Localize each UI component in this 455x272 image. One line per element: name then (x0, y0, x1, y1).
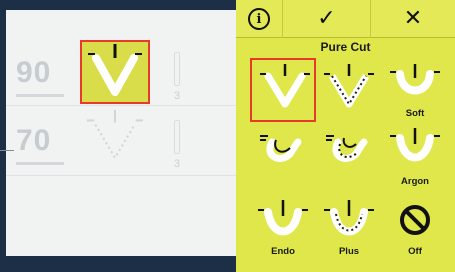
power-underline (16, 162, 64, 165)
mode-selection-popup: i ✓ ✕ Pure Cut Soft Argon Endo Plus Off (236, 0, 455, 272)
mode-endo-button[interactable]: Endo (250, 198, 316, 262)
mode-pure-cut-button[interactable] (250, 58, 316, 122)
close-icon: ✕ (403, 6, 423, 31)
power-value: 90 (16, 56, 52, 89)
soft-u-blade-icon (390, 64, 440, 95)
mode-off-button[interactable]: Off (382, 198, 448, 262)
spray-hook-icon (260, 135, 302, 162)
v-dotted-blade-icon (87, 110, 143, 160)
mode-soft-button[interactable]: Soft (382, 60, 448, 124)
cancel-button[interactable]: ✕ (370, 0, 455, 38)
info-icon: i (248, 8, 270, 30)
background-device-panel: 90 3 70 3 (0, 0, 240, 272)
v-blade-icon (88, 44, 142, 96)
mode-label: Plus (338, 246, 360, 257)
endo-blade-icon (258, 200, 308, 236)
effect-level: 3 (174, 90, 181, 102)
mode-blend-button[interactable] (316, 60, 382, 124)
argon-blade-icon (390, 128, 440, 162)
info-button[interactable]: i (236, 0, 282, 38)
current-mode-button[interactable] (80, 40, 150, 104)
power-value: 70 (16, 124, 52, 157)
confirm-button[interactable]: ✓ (282, 0, 370, 38)
v-blade-icon (260, 64, 310, 108)
mode-label: Soft (405, 108, 425, 119)
mode-label: Argon (401, 176, 429, 187)
mode-spray-button[interactable] (250, 126, 316, 190)
mode-plus-button[interactable]: Plus (316, 198, 382, 262)
popup-title: Pure Cut (320, 40, 371, 54)
forced-hook-icon (326, 135, 368, 162)
mode-label: Off (408, 246, 422, 257)
popup-toolbar: i ✓ ✕ (236, 0, 455, 38)
mode-argon-button[interactable]: Argon (382, 124, 448, 188)
plus-dotted-blade-icon (324, 200, 374, 236)
divider-tick (0, 150, 14, 151)
effect-bar (174, 120, 180, 154)
checkmark-icon: ✓ (317, 6, 336, 31)
effect-level: 3 (174, 158, 181, 170)
effect-bar (174, 52, 180, 86)
empty-row (6, 178, 240, 238)
mode-forced-button[interactable] (316, 126, 382, 190)
mode-label: Endo (271, 246, 295, 257)
power-underline (16, 94, 64, 97)
v-dotted-blade-icon (324, 64, 374, 108)
mode-grid: Soft Argon Endo Plus Off (236, 58, 455, 258)
off-circle-slash-icon (400, 205, 430, 235)
secondary-mode-button[interactable] (80, 108, 150, 166)
